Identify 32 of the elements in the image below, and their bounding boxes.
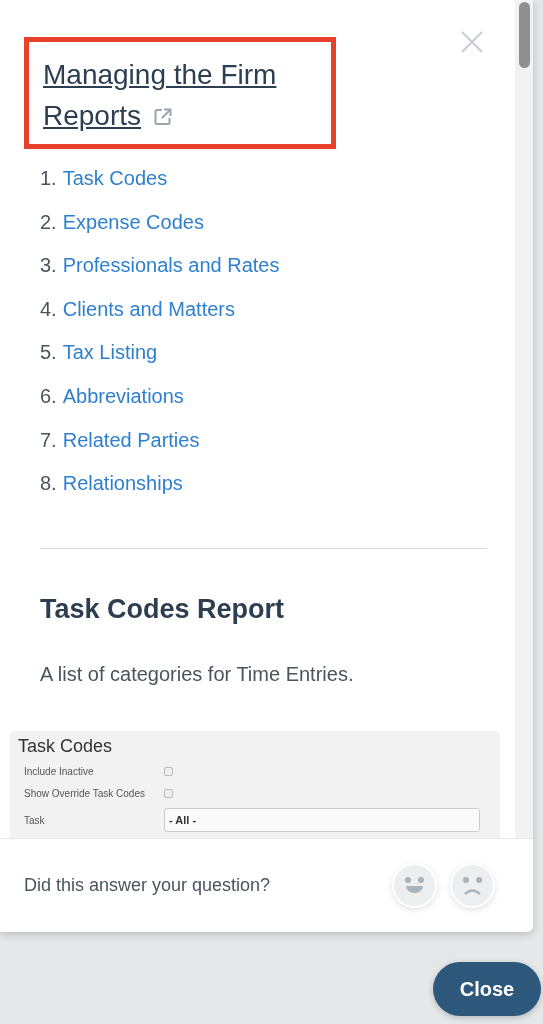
contents-link[interactable]: Abbreviations — [62, 384, 184, 407]
checkbox[interactable] — [164, 766, 173, 776]
happy-face-button[interactable] — [392, 863, 437, 908]
list-number: 4. — [40, 297, 57, 320]
list-number: 5. — [40, 341, 57, 364]
close-button[interactable]: Close — [433, 962, 541, 1016]
external-link-icon — [153, 107, 174, 127]
field-label: Include Inactive — [24, 764, 95, 779]
article-title-link[interactable]: Managing the Firm Reports — [43, 54, 319, 136]
section-heading: Task Codes Report — [40, 592, 286, 626]
field-label: Task — [24, 813, 46, 828]
list-number: 7. — [40, 428, 57, 451]
contents-link[interactable]: Relationships — [62, 472, 183, 495]
screenshot-title: Task Codes — [18, 735, 114, 759]
contents-link[interactable]: Task Codes — [62, 167, 168, 189]
scrollbar-thumb[interactable] — [518, 2, 530, 68]
list-number: 6. — [40, 384, 57, 407]
list-number: 2. — [40, 210, 57, 233]
contents-link[interactable]: Professionals and Rates — [62, 254, 280, 277]
contents-link[interactable]: Related Parties — [62, 428, 200, 451]
list-number: 3. — [40, 254, 57, 277]
contents-link[interactable]: Tax Listing — [62, 341, 158, 364]
feedback-question: Did this answer your question? — [24, 874, 272, 897]
select-field[interactable]: - All - — [164, 808, 480, 833]
list-number: 1. — [40, 167, 57, 189]
section-description: A list of categories for Time Entries. — [40, 662, 355, 688]
contents-link[interactable]: Expense Codes — [62, 210, 204, 233]
sad-face-button[interactable] — [450, 863, 495, 908]
field-label: Show Override Task Codes — [24, 786, 146, 801]
list-number: 8. — [40, 472, 57, 495]
checkbox[interactable] — [164, 788, 173, 798]
contents-link[interactable]: Clients and Matters — [62, 297, 235, 320]
